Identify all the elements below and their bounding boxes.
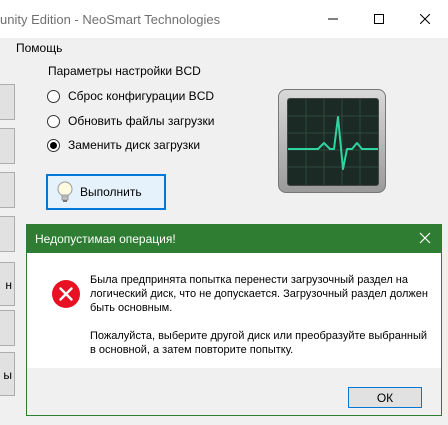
error-instruction: Пожалуйста, выберите другой диск или пре… <box>90 330 428 356</box>
menu-help[interactable]: Помощь <box>16 41 62 55</box>
radio-circle[interactable] <box>47 89 60 103</box>
close-button[interactable] <box>402 0 448 38</box>
run-button-label: Выполнить <box>80 185 142 199</box>
radio-circle-checked[interactable] <box>47 138 60 152</box>
left-button-7[interactable]: ы <box>0 352 15 396</box>
heartbeat-monitor-screen <box>287 98 379 186</box>
minimize-button[interactable] <box>310 0 356 38</box>
radio-update-boot-files[interactable]: Обновить файлы загрузки <box>47 114 214 128</box>
error-message: Была предпринята попытка перенести загру… <box>90 274 428 314</box>
monitor-graphic <box>278 89 386 193</box>
error-icon <box>52 280 80 308</box>
radio-label: Заменить диск загрузки <box>68 138 201 152</box>
radio-label: Обновить файлы загрузки <box>68 114 215 128</box>
dialog-title: Недопустимая операция! <box>35 232 176 246</box>
left-button-5[interactable]: н <box>0 262 15 306</box>
bcd-group-title: Параметры настройки BCD <box>48 64 201 78</box>
radio-label: Сброс конфигурации BCD <box>68 89 215 103</box>
left-button-4[interactable] <box>0 216 15 252</box>
run-button[interactable]: Выполнить <box>46 174 166 210</box>
dialog-body: Была предпринята попытка перенести загру… <box>27 253 441 368</box>
error-dialog: Недопустимая операция! Была предпринята … <box>26 224 442 416</box>
lightbulb-icon <box>57 181 73 202</box>
radio-reset-bcd[interactable]: Сброс конфигурации BCD <box>47 89 214 103</box>
left-button-1[interactable] <box>0 84 15 120</box>
close-icon <box>420 14 430 24</box>
minimize-icon <box>328 18 338 20</box>
menu-bar: Помощь <box>0 38 448 60</box>
radio-replace-boot-disk[interactable]: Заменить диск загрузки <box>47 138 200 152</box>
ok-button[interactable]: ОК <box>348 387 422 408</box>
left-button-6[interactable] <box>0 310 15 346</box>
title-bar[interactable]: unity Edition - NeoSmart Technologies <box>0 0 448 38</box>
close-icon <box>419 232 431 244</box>
dialog-close-button[interactable] <box>419 232 431 247</box>
radio-circle[interactable] <box>47 114 60 128</box>
window-title: unity Edition - NeoSmart Technologies <box>0 12 221 27</box>
left-button-2[interactable] <box>0 128 15 164</box>
left-button-3[interactable] <box>0 172 15 208</box>
maximize-icon <box>374 14 384 24</box>
heartbeat-icon <box>288 99 378 185</box>
dialog-title-bar[interactable]: Недопустимая операция! <box>27 225 441 253</box>
maximize-button[interactable] <box>356 0 402 38</box>
